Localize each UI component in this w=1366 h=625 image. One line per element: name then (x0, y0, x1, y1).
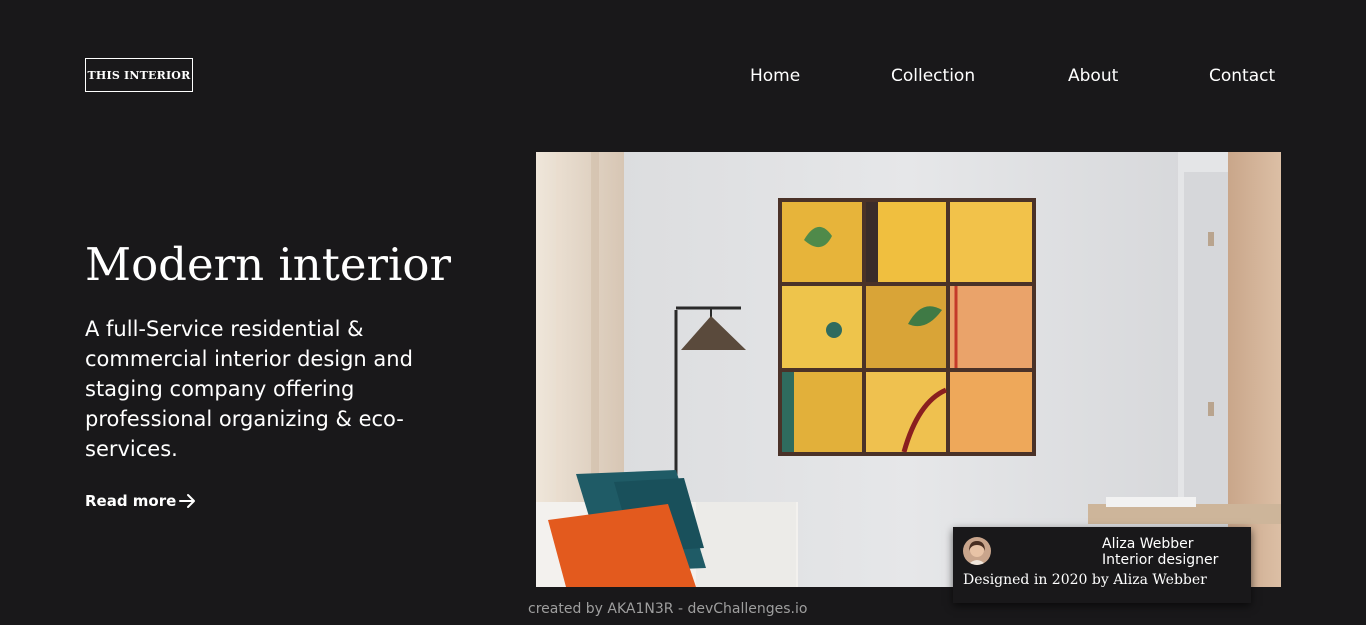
designer-credit-card: Aliza Webber Interior designer Designed … (953, 527, 1251, 603)
arrow-right-icon (179, 494, 196, 508)
design-credit-note: Designed in 2020 by Aliza Webber (963, 572, 1207, 588)
nav-contact-link[interactable]: Contact (1209, 64, 1275, 88)
hero-description: A full-Service residential & commercial … (85, 317, 413, 461)
hero-image (536, 152, 1281, 587)
main-nav: Home Collection About Contact (0, 64, 1366, 88)
designer-role: Interior designer (1102, 552, 1219, 568)
nav-collection-link[interactable]: Collection (891, 64, 975, 88)
nav-home-link[interactable]: Home (750, 64, 800, 88)
read-more-link[interactable]: Read more (85, 489, 197, 513)
designer-name: Aliza Webber (1102, 536, 1194, 552)
avatar (963, 537, 991, 565)
nav-about-link[interactable]: About (1068, 64, 1118, 88)
footer-credit: created by AKA1N3R - devChallenges.io (528, 601, 808, 617)
read-more-label: Read more (85, 492, 177, 510)
hero-title: Modern interior (85, 238, 451, 291)
